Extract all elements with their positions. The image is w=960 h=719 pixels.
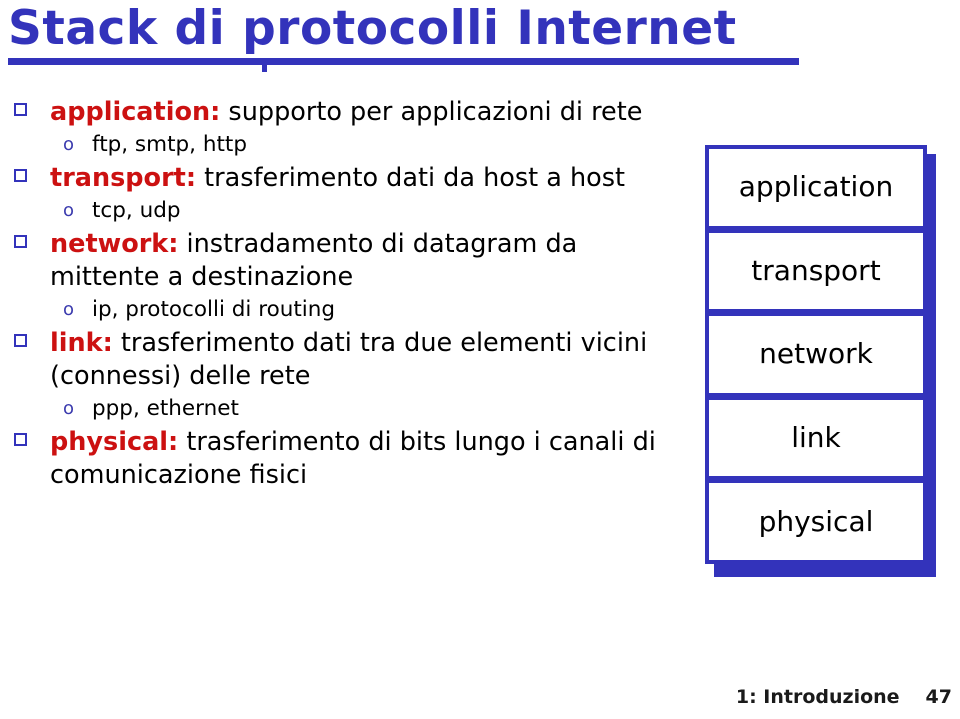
stack-layer-application: application — [705, 145, 927, 230]
sub-list-item: o ip, protocolli di routing — [0, 295, 690, 325]
footer-page-number: 47 — [925, 686, 952, 708]
list-item-keyword: physical: — [50, 427, 179, 457]
circle-bullet-icon: o — [63, 134, 75, 155]
protocol-stack-diagram: application transport network link physi… — [705, 145, 936, 577]
list-item: network: instradamento di datagram da mi… — [0, 228, 690, 294]
list-item: transport: trasferimento dati da host a … — [0, 162, 690, 195]
stack-layer-transport: transport — [705, 228, 927, 314]
bullet-list: application: supporto per applicazioni d… — [0, 96, 690, 493]
list-item-text: trasferimento dati da host a host — [196, 163, 626, 193]
stack-layer-label: physical — [758, 504, 874, 538]
stack-layer-network: network — [705, 312, 927, 397]
sub-list-item-text: tcp, udp — [92, 198, 181, 223]
list-item-keyword: network: — [50, 229, 179, 259]
sub-list-item-text: ftp, smtp, http — [92, 132, 247, 157]
stack-layer-link: link — [705, 395, 927, 481]
sub-list-item: o tcp, udp — [0, 196, 690, 226]
circle-bullet-icon: o — [63, 299, 75, 320]
square-bullet-icon — [14, 235, 27, 248]
list-item: link: trasferimento dati tra due element… — [0, 327, 690, 393]
list-item-keyword: transport: — [50, 163, 197, 193]
stack-layer-physical: physical — [705, 479, 927, 564]
sub-list-item: o ftp, smtp, http — [0, 130, 690, 160]
square-bullet-icon — [14, 433, 27, 446]
stack-layer-label: link — [791, 421, 841, 455]
sub-list-item-text: ip, protocolli di routing — [92, 297, 336, 322]
list-item-text: supporto per applicazioni di rete — [220, 97, 643, 127]
page-title: Stack di protocolli Internet — [8, 1, 737, 56]
stack-layer-label: application — [738, 170, 894, 204]
title-underline-rule — [8, 58, 799, 65]
stack-layer-label: transport — [751, 253, 881, 287]
sub-list-item: o ppp, ethernet — [0, 394, 690, 424]
list-item: application: supporto per applicazioni d… — [0, 96, 690, 129]
title-underline-tick — [262, 62, 267, 72]
circle-bullet-icon: o — [63, 398, 75, 419]
list-item-keyword: link: — [50, 328, 113, 358]
stack-layer-label: network — [759, 337, 873, 371]
slide-footer: 1: Introduzione 47 — [0, 686, 952, 708]
list-item-text: trasferimento dati tra due elementi vici… — [50, 328, 648, 391]
footer-section-label: 1: Introduzione — [735, 686, 900, 708]
circle-bullet-icon: o — [63, 200, 75, 221]
sub-list-item-text: ppp, ethernet — [92, 396, 239, 421]
stack-layer-group: application transport network link physi… — [705, 145, 927, 568]
list-item-keyword: application: — [50, 97, 221, 127]
square-bullet-icon — [14, 334, 27, 347]
square-bullet-icon — [14, 169, 27, 182]
list-item: physical: trasferimento di bits lungo i … — [0, 426, 690, 492]
square-bullet-icon — [14, 103, 27, 116]
